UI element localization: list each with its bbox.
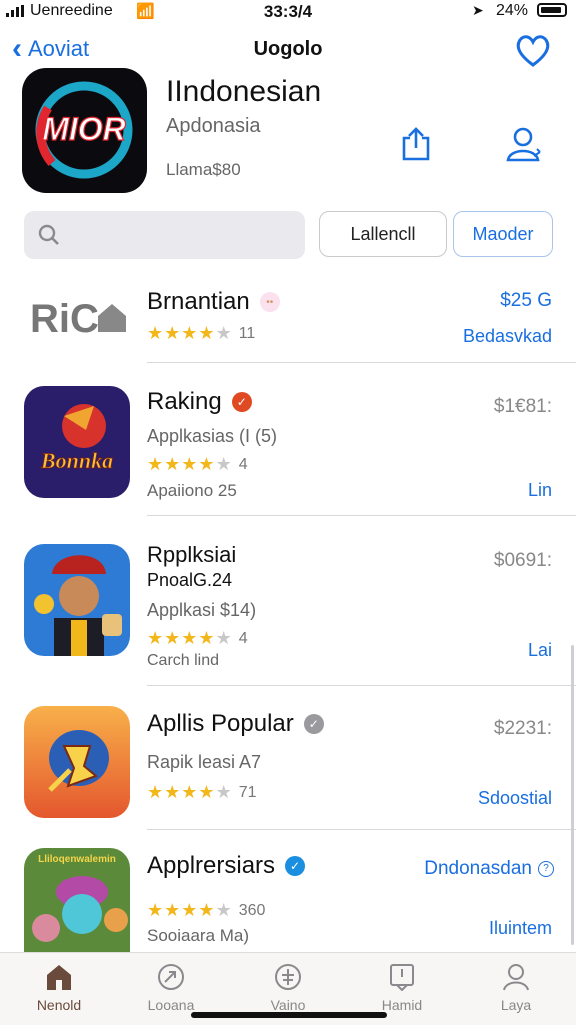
search-input[interactable] bbox=[70, 219, 294, 253]
tab-apps[interactable]: Vaino bbox=[243, 959, 333, 1013]
app-icon: Bonnka bbox=[24, 386, 130, 498]
app-icon-text: RiC bbox=[30, 297, 99, 341]
app-detail: Sooiaara Ma) bbox=[147, 926, 250, 945]
app-icon-text: Bonnka bbox=[40, 448, 113, 473]
app-name: Rpplksiai bbox=[147, 542, 237, 567]
tab-label: Nenold bbox=[36, 997, 82, 1013]
divider bbox=[147, 829, 576, 830]
tab-label: Hamid bbox=[381, 997, 423, 1013]
hero-app-icon[interactable]: MIOR bbox=[22, 68, 147, 193]
battery-icon bbox=[537, 3, 567, 17]
filter-button-left[interactable]: Lallencll bbox=[319, 211, 447, 257]
app-icon: RiC bbox=[28, 282, 138, 352]
app-icon bbox=[24, 544, 130, 656]
page-title: Uogolo bbox=[253, 38, 323, 60]
hero-icon-text: MIOR bbox=[42, 111, 126, 147]
heart-icon[interactable] bbox=[514, 34, 552, 68]
app-name-text: Applrersiars bbox=[147, 852, 276, 879]
app-region-text: Dndonasdan bbox=[424, 858, 532, 879]
verified-badge-icon: ✓ bbox=[303, 714, 324, 734]
app-name: Raking ✓ bbox=[147, 388, 252, 416]
search-icon bbox=[38, 224, 59, 245]
app-price: $1€81: bbox=[493, 396, 552, 417]
battery-percent: 24% bbox=[496, 2, 529, 19]
app-price: $25 G bbox=[500, 290, 552, 311]
list-item[interactable]: Apllis Popular ✓ Rapik leasi A7 ★ ★ ★ ★ ★ 71… bbox=[0, 704, 576, 830]
account-icon[interactable] bbox=[504, 124, 544, 164]
tab-label: Laya bbox=[500, 997, 532, 1013]
tab-label: Vaino bbox=[270, 997, 306, 1013]
app-icon bbox=[24, 706, 130, 818]
verified-badge-icon: ✓ bbox=[285, 856, 306, 876]
list-item[interactable]: Rpplksiai PnoalG.24 Applkasi $14) ★ ★ ★ ★ ★ … bbox=[0, 540, 576, 686]
rating-stars: ★ ★ ★ ★ ★ 4 bbox=[147, 628, 248, 648]
hero-title: IIndonesian bbox=[166, 75, 322, 108]
status-time: 33:3/4 bbox=[263, 2, 313, 21]
filter-button-right[interactable]: Maoder bbox=[453, 211, 553, 257]
tab-games[interactable]: Looana bbox=[126, 959, 216, 1013]
verified-badge-icon: ✓ bbox=[231, 392, 252, 412]
status-bar: Uenreedine 📶 33:3/4 ➤ 24% bbox=[0, 0, 576, 24]
app-name-text: Apllis Popular bbox=[147, 710, 294, 737]
app-subtitle: Rapik leasi A7 bbox=[147, 752, 262, 772]
nav-bar: ‹ Aoviat Uogolo bbox=[0, 30, 576, 70]
app-detail: Carch lind bbox=[147, 652, 220, 669]
hero-price: Llama$80 bbox=[166, 160, 241, 179]
home-indicator bbox=[191, 1012, 387, 1018]
app-name: Brnantian •• bbox=[147, 288, 280, 316]
app-name: Applrersiars ✓ bbox=[147, 852, 306, 880]
rating-count: 360 bbox=[238, 901, 266, 919]
list-item[interactable]: RiC Brnantian •• ★ ★ ★ ★ ★ 11 $25 G Bedasvka… bbox=[0, 278, 576, 364]
app-icon: Lliloqenwalemin bbox=[24, 848, 130, 952]
info-icon: ? bbox=[538, 861, 554, 877]
list-item[interactable]: Lliloqenwalemin Applrersiars ✓ ★ ★ ★ ★ ★ 360… bbox=[0, 846, 576, 952]
app-action-link[interactable]: Lin bbox=[528, 480, 552, 501]
divider bbox=[147, 362, 576, 363]
app-name-text: Raking bbox=[147, 388, 222, 415]
app-name-secondary: PnoalG.24 bbox=[147, 570, 233, 590]
rating-stars: ★ ★ ★ ★ ★ 71 bbox=[147, 782, 257, 802]
share-icon[interactable] bbox=[398, 126, 434, 162]
tab-home[interactable]: Nenold bbox=[14, 959, 104, 1013]
app-subtitle: Applkasias (I (5) bbox=[147, 426, 278, 446]
app-action-link[interactable]: Bedasvkad bbox=[463, 326, 552, 347]
rating-stars: ★ ★ ★ ★ ★ 11 bbox=[147, 323, 256, 343]
updates-icon bbox=[390, 964, 414, 991]
location-icon: ➤ bbox=[472, 2, 484, 18]
rating-count: 71 bbox=[238, 783, 257, 801]
badge-icon: •• bbox=[259, 292, 280, 312]
app-detail: Apaiiono 25 bbox=[147, 481, 237, 500]
tab-profile[interactable]: Laya bbox=[471, 959, 561, 1013]
app-region: Dndonasdan ? bbox=[424, 858, 554, 880]
app-price: $2231: bbox=[493, 718, 552, 739]
tab-updates[interactable]: Hamid bbox=[357, 959, 447, 1013]
hero-subtitle: Apdonasia bbox=[166, 115, 261, 137]
apps-icon bbox=[275, 964, 301, 990]
scrollbar[interactable] bbox=[571, 645, 574, 945]
rating-count: 11 bbox=[238, 324, 256, 342]
divider bbox=[147, 685, 576, 686]
tab-label: Looana bbox=[147, 997, 195, 1013]
home-icon bbox=[47, 965, 71, 990]
rating-count: 4 bbox=[238, 455, 248, 473]
list-item[interactable]: Bonnka Raking ✓ Applkasias (I (5) ★ ★ ★ ★ ★ … bbox=[0, 384, 576, 516]
app-action-link[interactable]: Lai bbox=[528, 640, 552, 661]
games-icon bbox=[158, 964, 184, 990]
app-price: $0691: bbox=[493, 550, 552, 571]
app-name-text: Brnantian bbox=[147, 288, 250, 315]
app-subtitle: Applkasi $14) bbox=[147, 600, 257, 620]
app-action-link[interactable]: Sdoostial bbox=[478, 788, 552, 809]
divider bbox=[147, 515, 576, 516]
search-bar[interactable] bbox=[24, 211, 305, 259]
app-name: Apllis Popular ✓ bbox=[147, 710, 324, 738]
profile-icon bbox=[503, 964, 529, 991]
app-action-link[interactable]: Iluintem bbox=[489, 918, 552, 939]
rating-count: 4 bbox=[238, 629, 248, 647]
rating-stars: ★ ★ ★ ★ ★ 360 bbox=[147, 900, 266, 920]
rating-stars: ★ ★ ★ ★ ★ 4 bbox=[147, 454, 248, 474]
app-icon-text: Lliloqenwalemin bbox=[38, 854, 116, 865]
